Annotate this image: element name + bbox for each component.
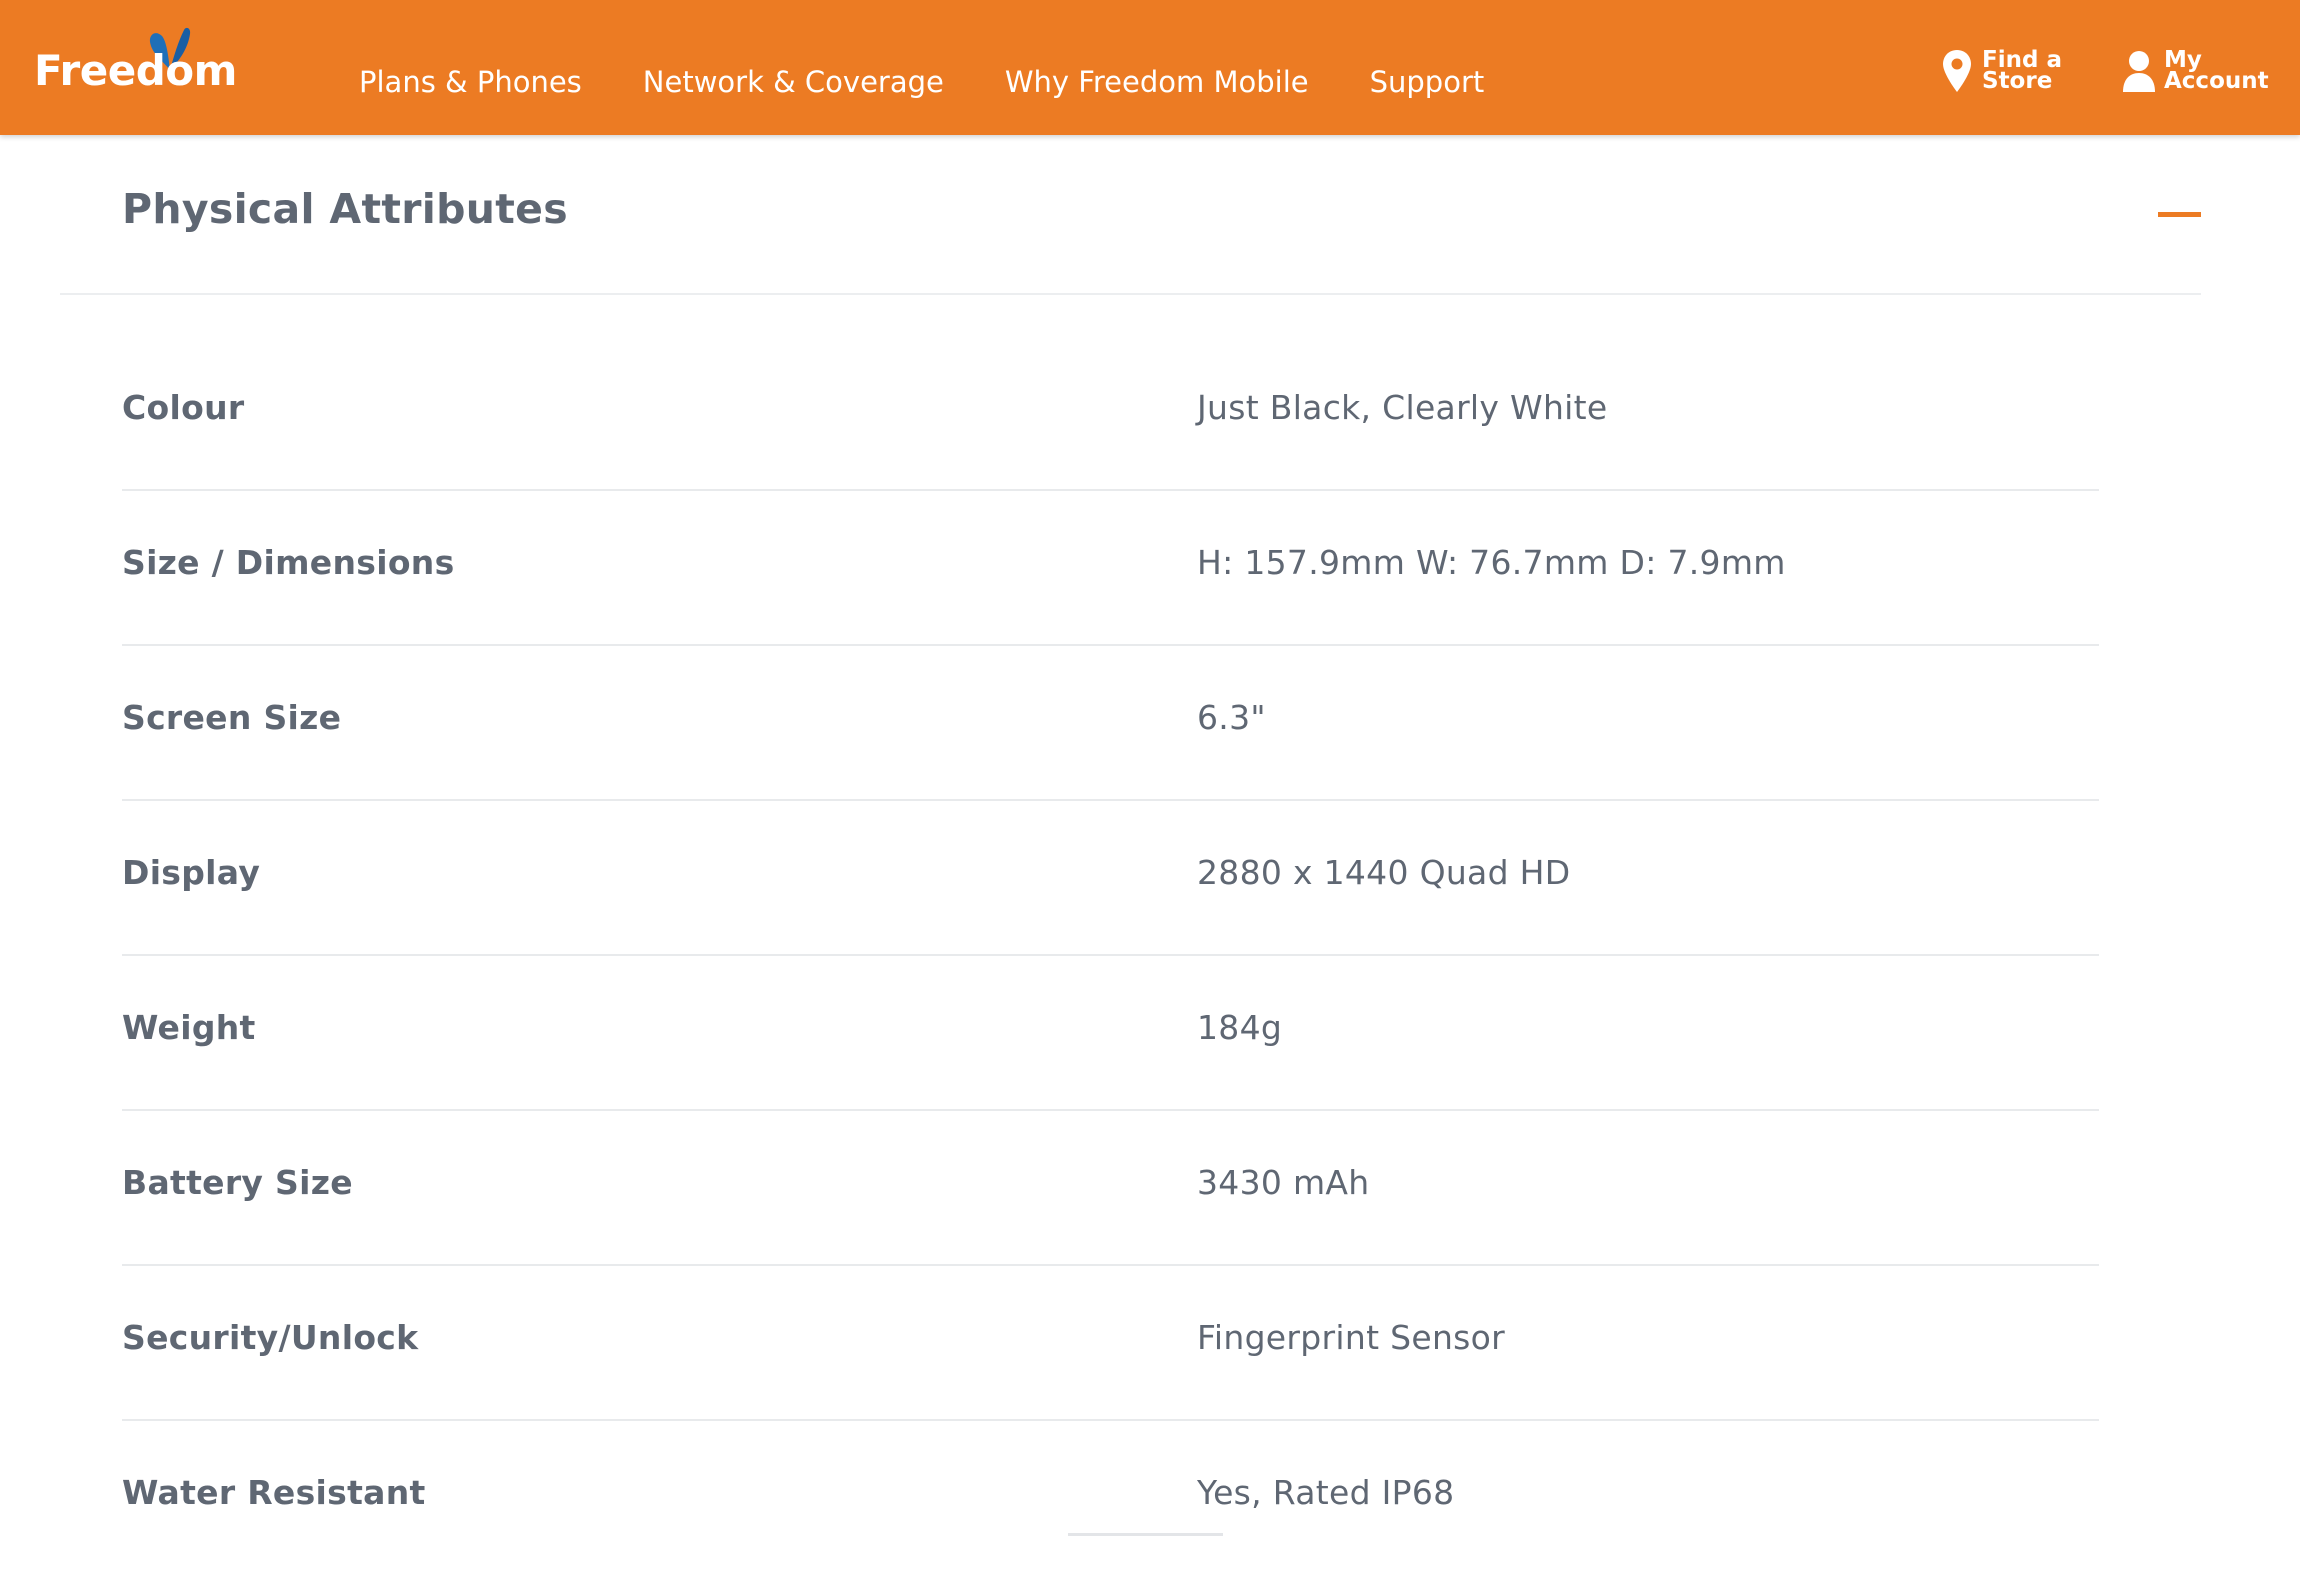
my-account-link[interactable]: My Account bbox=[2122, 48, 2274, 94]
spec-label: Weight bbox=[122, 1008, 256, 1047]
spec-label: Size / Dimensions bbox=[122, 543, 455, 582]
nav-plans-phones[interactable]: Plans & Phones bbox=[359, 62, 582, 102]
spec-value: 6.3" bbox=[1197, 698, 1266, 737]
spec-label: Screen Size bbox=[122, 698, 342, 737]
spec-value: Just Black, Clearly White bbox=[1197, 388, 1608, 427]
spec-row-screen-size: Screen Size 6.3" bbox=[122, 646, 2099, 801]
nav-network-coverage[interactable]: Network & Coverage bbox=[643, 62, 944, 102]
spec-row-display: Display 2880 x 1440 Quad HD bbox=[122, 801, 2099, 956]
logo-wordmark: Freedom bbox=[34, 46, 237, 95]
spec-label: Battery Size bbox=[122, 1163, 353, 1202]
spec-value: 3430 mAh bbox=[1197, 1163, 1370, 1202]
spec-value: 184g bbox=[1197, 1008, 1283, 1047]
spec-label: Security/Unlock bbox=[122, 1318, 419, 1357]
nav-why-freedom[interactable]: Why Freedom Mobile bbox=[1005, 62, 1309, 102]
spec-value: H: 157.9mm W: 76.7mm D: 7.9mm bbox=[1197, 543, 1786, 582]
spec-value: Fingerprint Sensor bbox=[1197, 1318, 1506, 1357]
user-icon bbox=[2123, 51, 2155, 92]
freedom-logo[interactable]: Freedom bbox=[34, 24, 237, 104]
spec-row-security-unlock: Security/Unlock Fingerprint Sensor bbox=[122, 1266, 2099, 1421]
spec-label: Water Resistant bbox=[122, 1473, 426, 1512]
spec-table: Colour Just Black, Clearly White Size / … bbox=[122, 336, 2099, 1574]
spec-value: 2880 x 1440 Quad HD bbox=[1197, 853, 1571, 892]
section-title: Physical Attributes bbox=[122, 185, 568, 233]
minus-icon bbox=[2158, 212, 2201, 217]
physical-attributes-header[interactable]: Physical Attributes bbox=[60, 135, 2201, 295]
my-account-label: My Account bbox=[2164, 47, 2269, 94]
collapse-button[interactable] bbox=[2158, 197, 2201, 231]
spec-row-size-dimensions: Size / Dimensions H: 157.9mm W: 76.7mm D… bbox=[122, 491, 2099, 646]
spec-value: Yes, Rated IP68 bbox=[1197, 1473, 1455, 1512]
find-store-link[interactable]: Find a Store bbox=[1940, 48, 2092, 94]
location-pin-icon bbox=[1943, 50, 1971, 92]
spec-row-battery-size: Battery Size 3430 mAh bbox=[122, 1111, 2099, 1266]
main-nav: Plans & Phones Network & Coverage Why Fr… bbox=[359, 62, 1545, 102]
spec-label: Colour bbox=[122, 388, 245, 427]
spec-row-weight: Weight 184g bbox=[122, 956, 2099, 1111]
spec-label: Display bbox=[122, 853, 261, 892]
site-header: Freedom Plans & Phones Network & Coverag… bbox=[0, 0, 2300, 135]
nav-support[interactable]: Support bbox=[1370, 62, 1485, 102]
find-store-label: Find a Store bbox=[1982, 47, 2062, 94]
spec-row-water-resistant: Water Resistant Yes, Rated IP68 bbox=[122, 1421, 2099, 1574]
spec-row-colour: Colour Just Black, Clearly White bbox=[122, 336, 2099, 491]
